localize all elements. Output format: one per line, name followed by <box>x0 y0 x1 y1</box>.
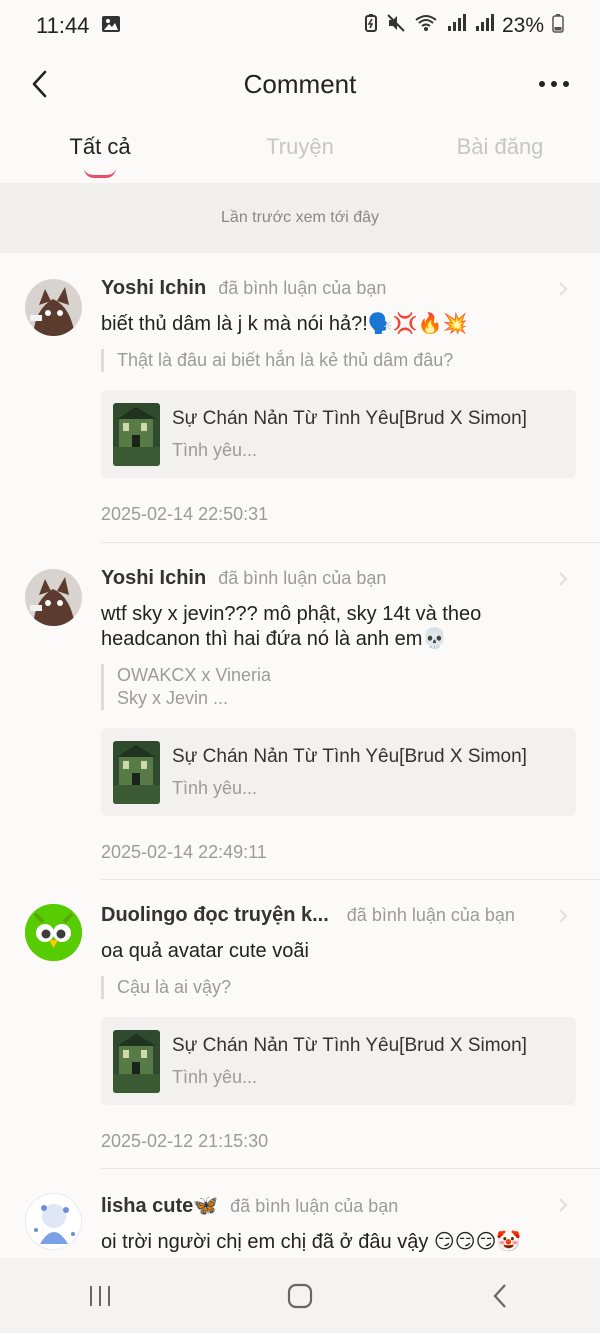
comment-content: Yoshi Ichin đã bình luận của bạn wtf sky… <box>101 567 576 863</box>
avatar[interactable] <box>25 904 82 961</box>
status-time: 11:44 <box>36 13 90 38</box>
quote-line: OWAKCX x Vineria <box>117 665 272 685</box>
story-card[interactable]: Sự Chán Nản Từ Tình Yêu[Brud X Simon] Tì… <box>101 1017 576 1105</box>
quoted-comment: OWAKCX x Vineria Sky x Jevin ... <box>101 664 576 710</box>
story-subtitle: Tình yêu... <box>172 439 258 460</box>
story-card[interactable]: Sự Chán Nản Từ Tình Yêu[Brud X Simon] Tì… <box>101 728 576 816</box>
comment-username[interactable]: Duolingo đọc truyện k... <box>101 904 329 927</box>
gallery-icon <box>101 13 121 39</box>
avatar[interactable] <box>25 279 82 336</box>
more-icon-dot <box>563 81 569 87</box>
tab-stories-label: Truyện <box>266 134 334 159</box>
system-back-button[interactable] <box>460 1266 540 1326</box>
battery-icon <box>552 13 564 39</box>
recent-apps-button[interactable] <box>60 1266 140 1326</box>
comment-content: Yoshi Ichin đã bình luận của bạn biết th… <box>101 277 576 525</box>
quoted-comment: Cậu là ai vậy? <box>101 976 576 999</box>
comment-action: đã bình luận của bạn <box>346 905 515 925</box>
app-header: Comment <box>0 52 600 116</box>
divider <box>101 879 600 880</box>
comment-action: đã bình luận của bạn <box>218 278 387 298</box>
signal-icon <box>446 14 466 38</box>
recent-apps-icon <box>90 1285 110 1306</box>
comment-username[interactable]: Yoshi Ichin <box>101 567 206 590</box>
home-icon <box>287 1283 313 1308</box>
tab-stories[interactable]: Truyện <box>200 122 400 180</box>
comment-content: Duolingo đọc truyện k... đã bình luận củ… <box>101 904 576 1152</box>
back-button[interactable] <box>22 66 58 102</box>
battery-saver-icon <box>364 13 378 39</box>
more-options-button[interactable] <box>534 66 574 102</box>
more-icon <box>539 81 545 87</box>
story-title: Sự Chán Nản Từ Tình Yêu[Brud X Simon] <box>172 1034 527 1056</box>
tab-all-label: Tất cả <box>69 134 131 159</box>
comment-action: đã bình luận của bạn <box>230 1196 399 1216</box>
story-title: Sự Chán Nản Từ Tình Yêu[Brud X Simon] <box>172 407 527 429</box>
comment-timestamp: 2025-02-12 21:15:30 <box>101 1131 269 1151</box>
divider <box>101 542 600 543</box>
signal-icon-2 <box>474 14 494 38</box>
comment-action: đã bình luận của bạn <box>218 568 387 588</box>
quoted-comment: Thật là đâu ai biết hắn là kẻ thủ dâm đâ… <box>101 349 576 372</box>
divider <box>101 1168 600 1169</box>
comment-timestamp: 2025-02-14 22:50:31 <box>101 504 269 524</box>
avatar[interactable] <box>25 1193 82 1250</box>
story-cover <box>113 740 160 804</box>
wifi-icon <box>414 13 438 39</box>
comment-text: oa quả avatar cute voãi <box>101 940 309 962</box>
story-subtitle: Tình yêu... <box>172 777 258 798</box>
quote-line: Sky x Jevin ... <box>117 688 229 708</box>
tab-bar: Tất cả Truyện Bài đăng <box>0 122 600 180</box>
comment-content: lisha cute🦋 đã bình luận của bạn oi trời… <box>101 1193 576 1255</box>
last-viewed-banner: Lần trước xem tới đây <box>0 183 600 253</box>
chevron-left-icon <box>32 70 47 98</box>
tab-posts[interactable]: Bài đăng <box>400 122 600 180</box>
comment-timestamp: 2025-02-14 22:49:11 <box>101 842 267 862</box>
comment-text: oi trời người chị em chị đã ở đâu vậy 😏😏… <box>101 1231 522 1253</box>
battery-percent: 23% <box>501 14 544 37</box>
mute-icon <box>386 13 406 39</box>
story-cover <box>113 402 160 466</box>
comment-username[interactable]: Yoshi Ichin <box>101 277 206 300</box>
comment-username[interactable]: lisha cute🦋 <box>101 1193 218 1218</box>
back-icon <box>493 1283 506 1308</box>
tab-active-indicator <box>84 168 116 178</box>
story-title: Sự Chán Nản Từ Tình Yêu[Brud X Simon] <box>172 745 527 767</box>
page-title: Comment <box>243 68 357 99</box>
avatar[interactable] <box>25 569 82 626</box>
story-cover <box>113 1029 160 1093</box>
tab-posts-label: Bài đăng <box>456 134 544 159</box>
comment-text: biết thủ dâm là j k mà nói hả?!🗣️💢🔥💥 <box>101 313 468 335</box>
comment-text: wtf sky x jevin??? mô phật, sky 14t và t… <box>101 603 482 650</box>
system-nav-bar <box>0 1258 600 1333</box>
story-subtitle: Tình yêu... <box>172 1066 258 1087</box>
story-card[interactable]: Sự Chán Nản Từ Tình Yêu[Brud X Simon] Tì… <box>101 390 576 478</box>
comment-list: Yoshi Ichin đã bình luận của bạn biết th… <box>0 253 600 1258</box>
tab-all[interactable]: Tất cả <box>0 122 200 180</box>
status-bar: 11:44 23% <box>0 0 600 52</box>
more-icon-dot <box>551 81 557 87</box>
home-button[interactable] <box>260 1266 340 1326</box>
